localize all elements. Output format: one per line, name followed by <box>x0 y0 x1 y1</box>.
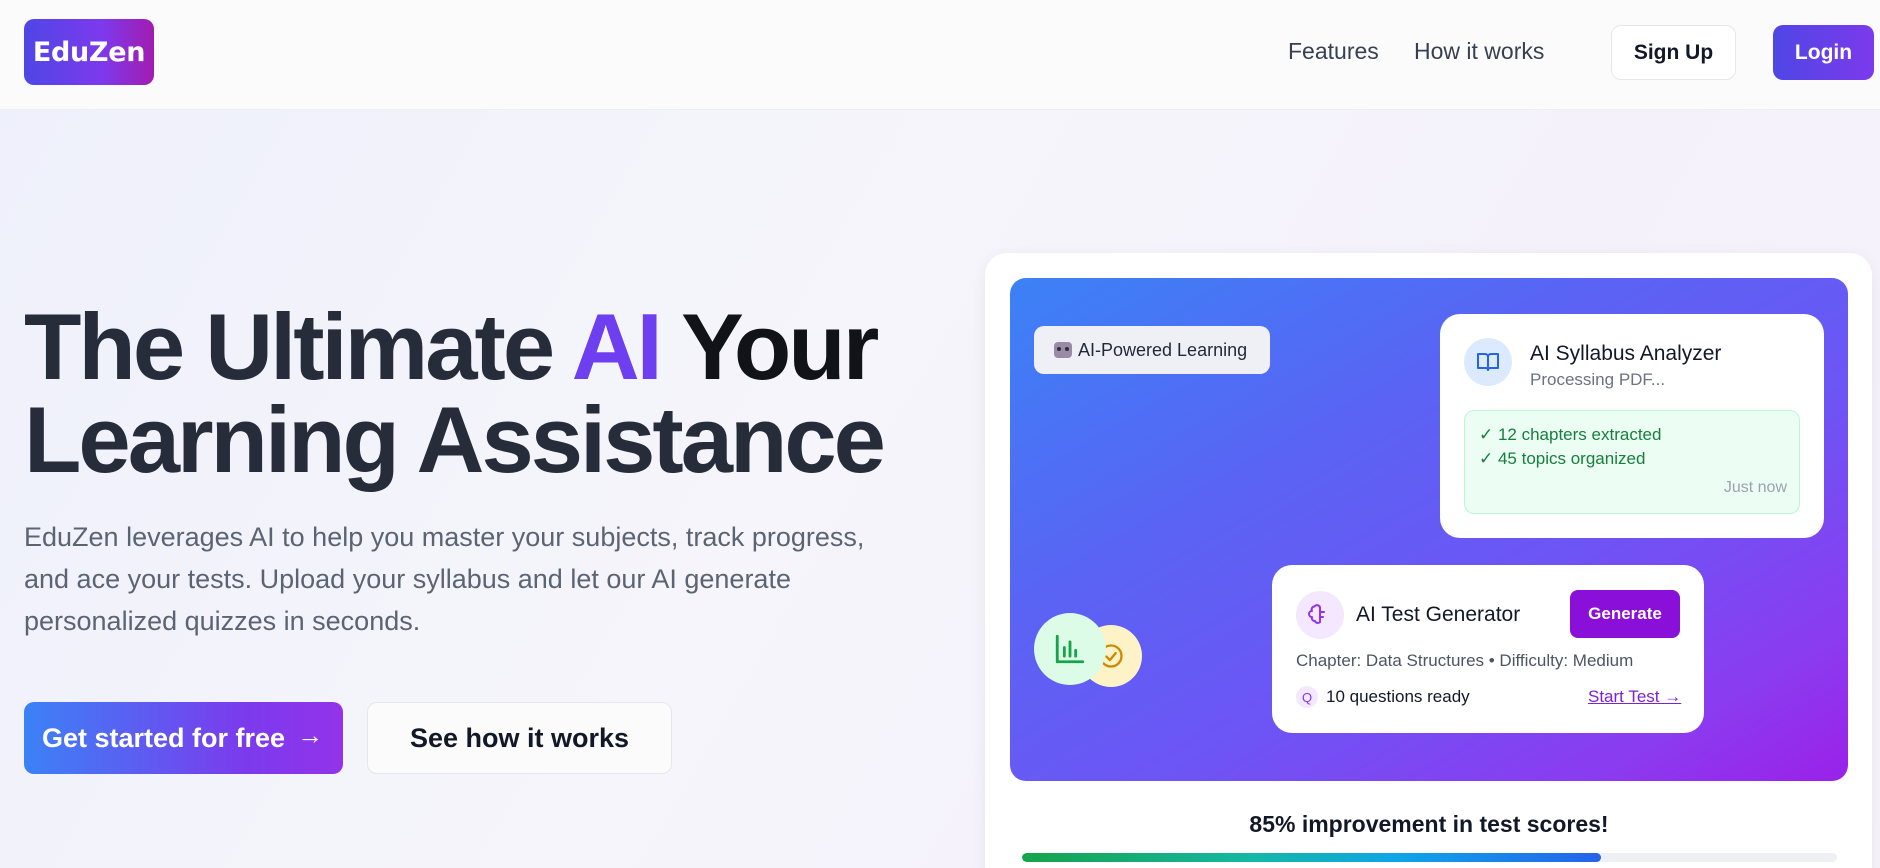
arrow-right-icon: → <box>297 720 323 750</box>
hero-title: The Ultimate AI Your Learning Assistance <box>24 300 924 487</box>
see-how-it-works-button[interactable]: See how it works <box>367 702 672 774</box>
syllabus-analyzer-card: AI Syllabus Analyzer Processing PDF... ✓… <box>1440 314 1824 538</box>
get-started-label: Get started for free <box>42 722 286 753</box>
sign-up-button[interactable]: Sign Up <box>1611 25 1736 80</box>
hero-title-line2: Learning Assistance <box>24 387 886 492</box>
syllabus-timestamp: Just now <box>1723 479 1787 496</box>
improvement-progress-bar <box>1022 853 1837 862</box>
hero-title-part2: Your <box>659 294 879 399</box>
test-generator-card: AI Test Generator Generate Chapter: Data… <box>1272 565 1704 733</box>
test-meta: Chapter: Data Structures • Difficulty: M… <box>1296 651 1634 670</box>
syllabus-title: AI Syllabus Analyzer <box>1530 342 1722 365</box>
brand-logo[interactable]: EduZen <box>24 19 154 85</box>
generate-button[interactable]: Generate <box>1570 590 1680 638</box>
improvement-text: 85% improvement in test scores! <box>1249 811 1609 837</box>
login-button[interactable]: Login <box>1773 25 1874 80</box>
chapters-extracted: ✓ 12 chapters extracted <box>1479 425 1662 444</box>
start-test-link[interactable]: Start Test → <box>1588 687 1681 707</box>
brain-icon <box>1296 591 1344 639</box>
robot-icon <box>1054 342 1072 358</box>
syllabus-status: Processing PDF... <box>1530 370 1666 389</box>
nav-link-how-it-works[interactable]: How it works <box>1414 38 1544 65</box>
question-icon: Q <box>1296 686 1318 708</box>
top-navbar: EduZen Features How it works Sign Up Log… <box>0 0 1880 110</box>
get-started-button[interactable]: Get started for free → <box>24 702 343 774</box>
topics-organized: ✓ 45 topics organized <box>1479 449 1646 468</box>
hero-title-part1: The Ultimate <box>24 294 572 399</box>
improvement-progress-fill <box>1022 853 1601 862</box>
questions-ready: 10 questions ready <box>1326 687 1470 706</box>
pill-label: AI-Powered Learning <box>1078 339 1248 360</box>
hero-description: EduZen leverages AI to help you master y… <box>24 522 865 636</box>
test-generator-title: AI Test Generator <box>1356 603 1521 626</box>
nav-link-features[interactable]: Features <box>1288 38 1379 65</box>
ai-powered-pill: AI-Powered Learning <box>1034 326 1270 374</box>
syllabus-result-box: ✓ 12 chapters extracted ✓ 45 topics orga… <box>1464 410 1800 514</box>
hero-title-ai: AI <box>571 294 663 399</box>
bar-chart-icon <box>1034 613 1106 685</box>
book-icon <box>1464 338 1512 386</box>
landing-page: EduZen Features How it works Sign Up Log… <box>0 0 1880 868</box>
